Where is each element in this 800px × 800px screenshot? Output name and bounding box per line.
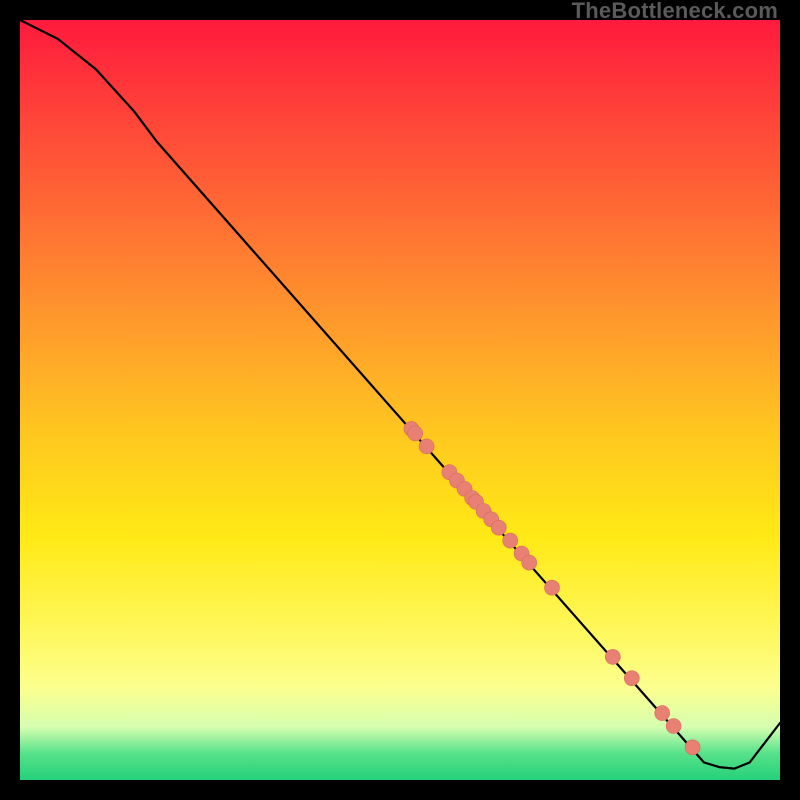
- data-point: [624, 671, 639, 686]
- chart-frame: TheBottleneck.com: [0, 0, 800, 800]
- data-point: [522, 555, 537, 570]
- data-point: [503, 533, 518, 548]
- plot-area: [20, 20, 780, 780]
- chart-svg: [20, 20, 780, 780]
- data-point: [685, 740, 700, 755]
- data-point: [655, 706, 670, 721]
- data-point: [491, 520, 506, 535]
- data-point: [545, 580, 560, 595]
- data-point: [419, 439, 434, 454]
- data-point: [666, 719, 681, 734]
- data-point: [605, 649, 620, 664]
- data-point: [408, 426, 423, 441]
- bottleneck-curve: [20, 20, 780, 769]
- data-points-group: [404, 421, 700, 754]
